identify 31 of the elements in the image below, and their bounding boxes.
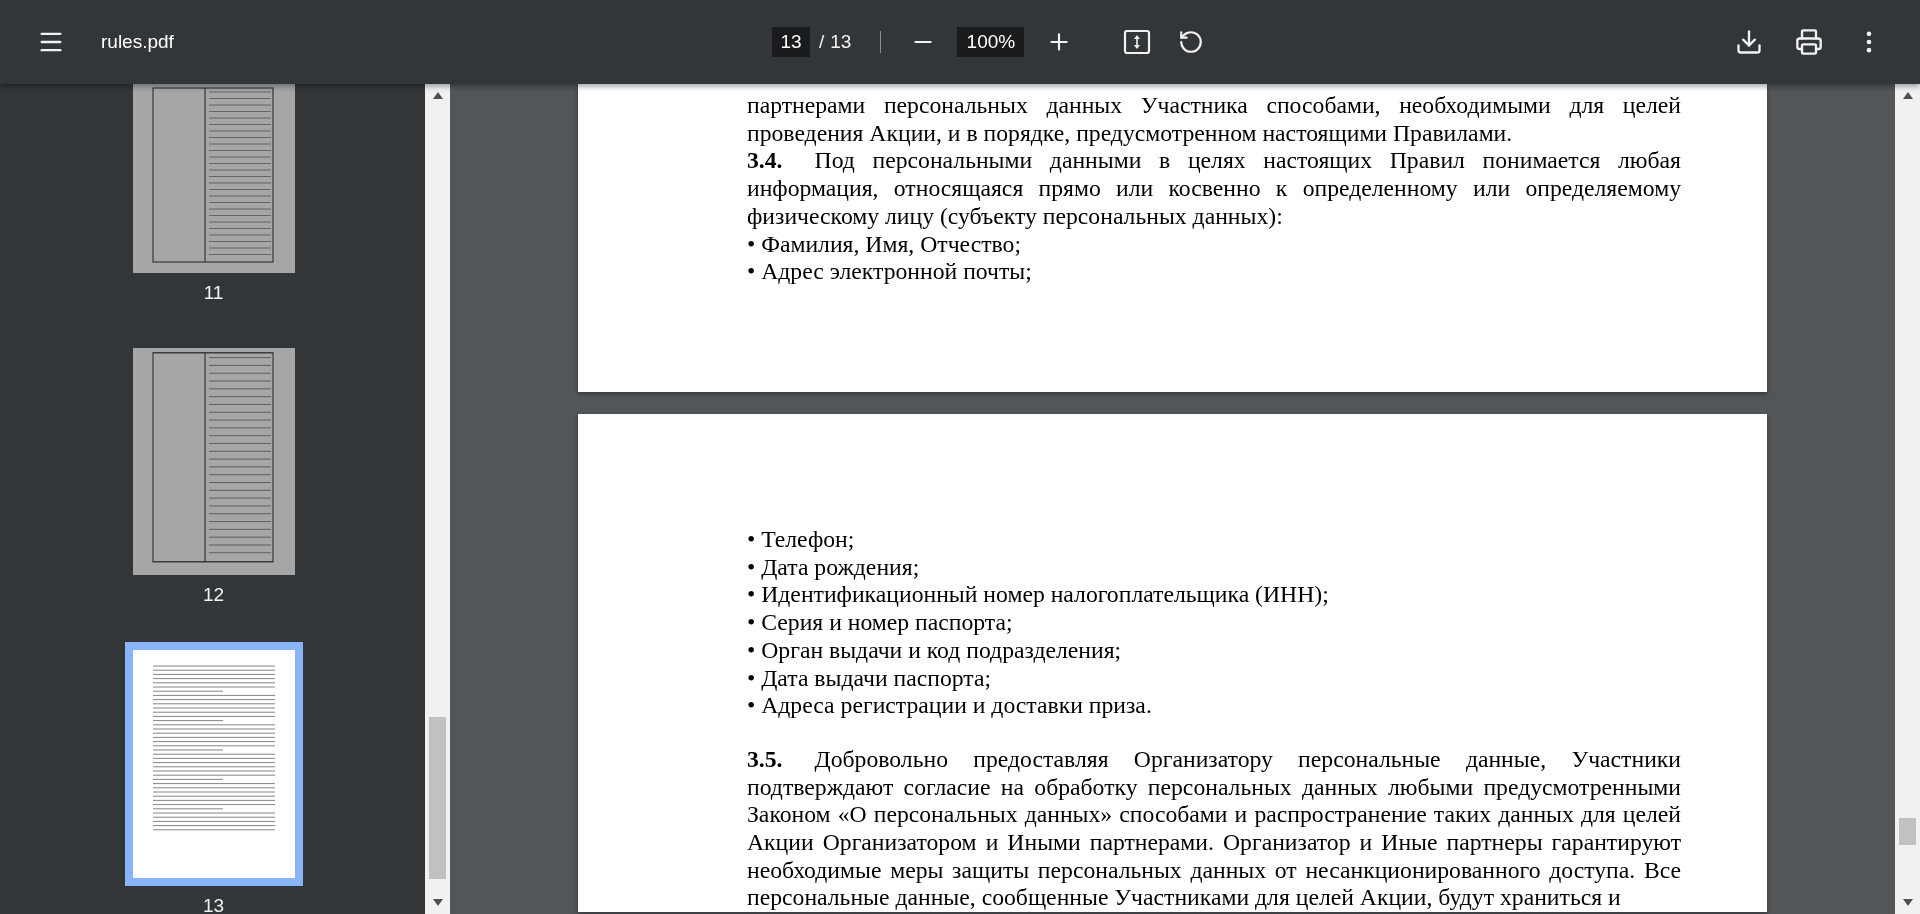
paragraph: 3.5. Добровольно предоставляя Организатору персональные данные, Участники подтверждают согласие на обработку персональных данных любыми предусмотренными Законом «О персональных данных» способами и распространение таких данных для целей Акции Организатором и Иными партнерами. Организатор и Иные партнеры гарантируют необходимые меры защиты персональных данных от несанкционированного доступа. Все персональные данные, сообщенные Участниками для целей Акции, будут храниться и	[747, 745, 1681, 913]
scrollbar-thumb[interactable]	[429, 717, 446, 879]
page-total: 13	[830, 31, 852, 53]
list-item: • Фамилия, Имя, Отчество;	[747, 230, 1022, 259]
list-item: • Идентификационный номер налогоплательщика (ИНН);	[747, 581, 1330, 610]
scroll-down-icon[interactable]	[432, 899, 443, 906]
page-thumbnail[interactable]	[124, 642, 303, 886]
list-item: • Дата выдачи паспорта;	[747, 664, 993, 693]
zoom-field[interactable]: 100%	[957, 27, 1025, 57]
document-title: rules.pdf	[101, 31, 174, 53]
paragraph: партнерами персональных данных Участника способами, необходимыми для целей проведения Акции, и в порядке, предусмотренном настоящими Правилами.	[747, 92, 1681, 148]
list-item: • Орган выдачи и код подразделения;	[747, 636, 1123, 665]
page-thumbnail[interactable]	[132, 348, 295, 575]
scroll-down-icon[interactable]	[1902, 899, 1913, 906]
paragraph: 3.4. Под персональными данными в целях настоящих Правил понимается любая информация, относящаяся прямо или косвенно к определенному или определяемому физическому лицу (субъекту персональных данных):	[747, 147, 1681, 231]
list-item: • Адреса регистрации и доставки приза.	[747, 692, 1153, 720]
page-number-field[interactable]: 13	[772, 27, 810, 57]
page-label: 11	[203, 285, 224, 301]
list-item: • Адрес электронной почты;	[747, 258, 1033, 286]
page-thumbnail[interactable]	[132, 84, 295, 273]
page-separator: /	[819, 31, 825, 53]
scroll-up-icon[interactable]	[1902, 92, 1913, 99]
page-label: 13	[202, 898, 225, 914]
list-item: • Телефон;	[747, 526, 856, 554]
scrollbar[interactable]	[1895, 84, 1920, 914]
list-item: • Серия и номер паспорта;	[747, 609, 1014, 637]
list-item: • Дата рождения;	[747, 553, 921, 582]
page-label: 12	[202, 587, 225, 603]
scroll-up-icon[interactable]	[432, 92, 443, 99]
scrollbar-thumb[interactable]	[1899, 818, 1916, 845]
scrollbar[interactable]	[425, 84, 450, 914]
